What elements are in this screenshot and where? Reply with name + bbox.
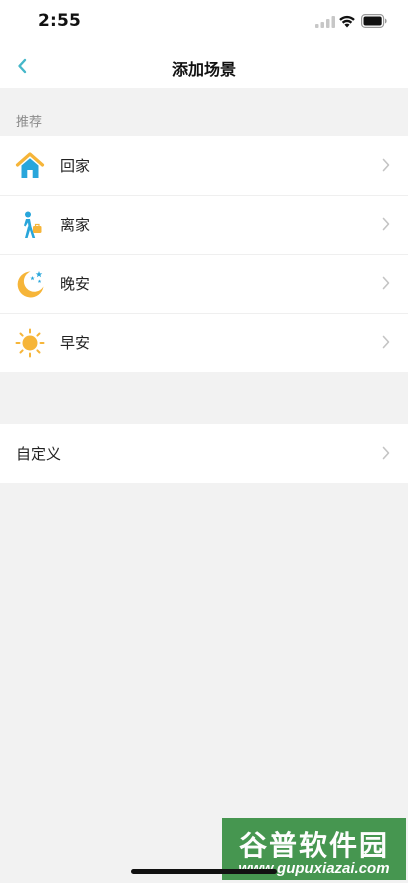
scene-item-label: 自定义 [16, 445, 62, 463]
nav-bar: 添加场景 [0, 44, 408, 88]
chevron-right-icon [382, 217, 390, 231]
scene-item-leave-home[interactable]: 离家 [0, 195, 408, 254]
sun-icon [15, 328, 45, 358]
status-bar: 2:55 [0, 0, 408, 44]
scene-item-custom[interactable]: 自定义 [0, 424, 408, 483]
recommend-list: 回家 离家 晚安 早安 [0, 136, 408, 372]
wifi-icon [339, 15, 355, 28]
scene-item-good-morning[interactable]: 早安 [0, 313, 408, 372]
section-header-recommend: 推荐 [16, 115, 43, 130]
status-time: 2:55 [38, 11, 82, 31]
scene-item-label: 早安 [60, 334, 91, 352]
walking-person-icon [15, 210, 45, 240]
page-title: 添加场景 [171, 60, 236, 79]
home-icon [15, 151, 45, 181]
chevron-right-icon [382, 276, 390, 290]
chevron-right-icon [382, 158, 390, 172]
signal-icon [315, 16, 335, 28]
scene-item-label: 晚安 [60, 275, 91, 293]
scene-item-label: 离家 [60, 216, 91, 234]
watermark-title: 谷普软件园 [238, 830, 389, 861]
scene-item-good-night[interactable]: 晚安 [0, 254, 408, 313]
scene-item-label: 回家 [60, 157, 91, 175]
home-indicator[interactable] [131, 869, 277, 874]
chevron-right-icon [382, 335, 390, 349]
moon-stars-icon [15, 269, 45, 299]
chevron-right-icon [382, 446, 390, 460]
custom-list: 自定义 [0, 424, 408, 483]
scene-item-go-home[interactable]: 回家 [0, 136, 408, 195]
battery-icon [361, 14, 387, 28]
